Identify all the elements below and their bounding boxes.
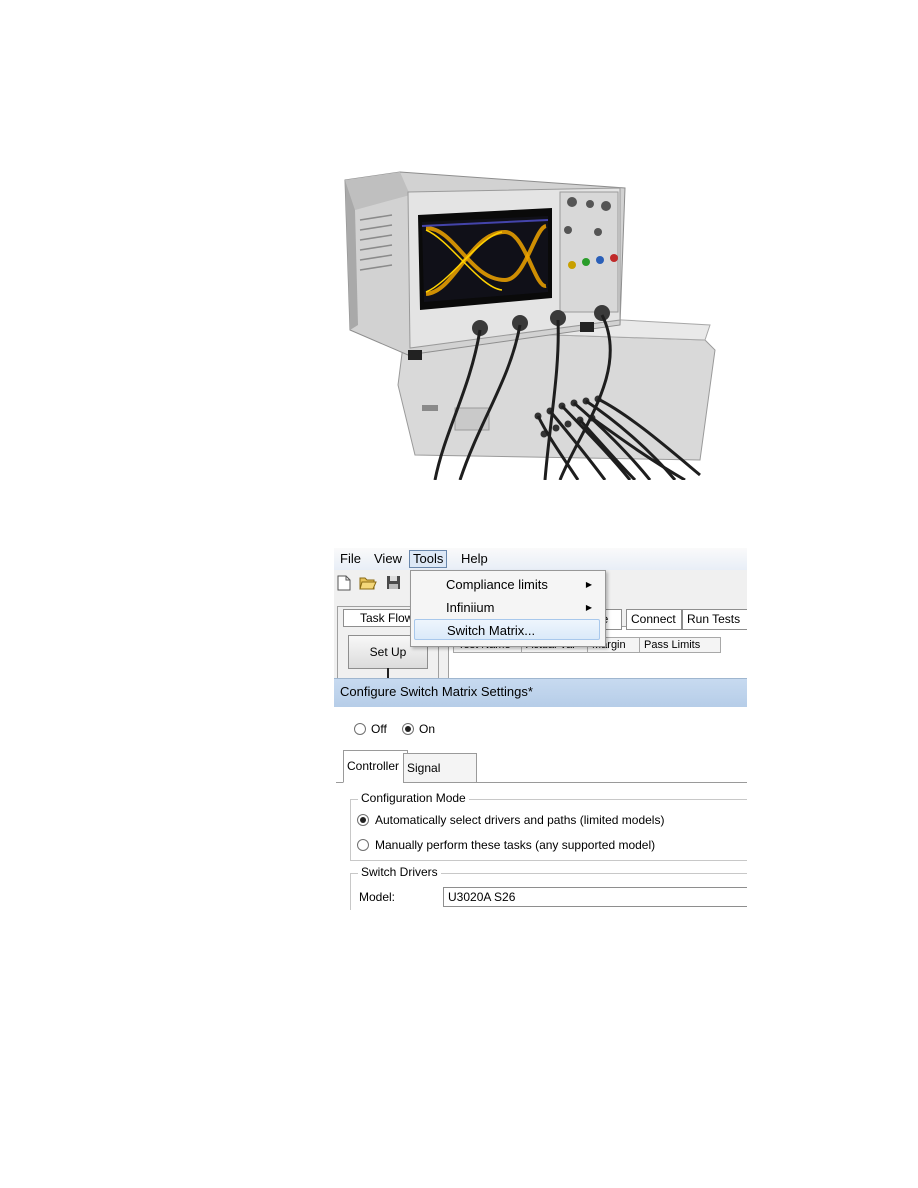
tools-dropdown-menu: Compliance limits ▶ Infiniium ▶ Switch M… — [410, 570, 606, 647]
menu-view[interactable]: View — [371, 551, 405, 567]
auto-select-radio[interactable] — [357, 814, 369, 826]
power-on-radio[interactable] — [402, 723, 414, 735]
column-pass-limits[interactable]: Pass Limits — [639, 637, 721, 653]
menu-item-label: Infiniium — [446, 600, 495, 615]
tab-signal-paths[interactable]: Signal Paths — [403, 753, 477, 803]
model-label: Model: — [359, 890, 396, 904]
dialog-title: Configure Switch Matrix Settings* — [334, 679, 747, 707]
power-on-label: On — [419, 722, 436, 736]
tab-run-tests[interactable]: Run Tests — [682, 609, 747, 630]
menu-tools[interactable]: Tools — [409, 550, 448, 568]
menu-file[interactable]: File — [337, 551, 364, 567]
menu-bar: File View Tools Help — [334, 548, 747, 571]
menu-item-label: Switch Matrix... — [447, 623, 536, 638]
open-folder-icon[interactable] — [359, 575, 377, 590]
switch-drivers-title: Switch Drivers — [358, 865, 441, 879]
tab-controller[interactable]: Controller — [343, 750, 408, 783]
submenu-arrow-icon: ▶ — [585, 603, 592, 612]
menu-item-label: Compliance limits — [446, 577, 548, 592]
auto-select-label: Automatically select drivers and paths (… — [375, 813, 665, 827]
power-off-radio[interactable] — [354, 723, 366, 735]
menu-item-compliance-limits[interactable]: Compliance limits ▶ — [414, 574, 600, 595]
menu-help[interactable]: Help — [458, 551, 491, 567]
oscilloscope-switch-photo — [344, 171, 716, 480]
model-field[interactable]: U3020A S26 — [443, 887, 747, 907]
eye-diagram-display — [418, 208, 552, 310]
configure-switch-matrix-dialog: Configure Switch Matrix Settings* Off On… — [334, 678, 747, 910]
tab-connect[interactable]: Connect — [626, 609, 682, 630]
menu-item-infiniium[interactable]: Infiniium ▶ — [414, 597, 600, 618]
manual-label: Manually perform these tasks (any suppor… — [375, 838, 656, 852]
oscilloscope-unit — [344, 171, 626, 360]
new-file-icon[interactable] — [337, 575, 351, 591]
save-icon[interactable] — [386, 575, 401, 590]
main-tab-strip: ure Connect Run Tests — [586, 609, 747, 630]
menu-item-switch-matrix[interactable]: Switch Matrix... — [414, 619, 600, 640]
dialog-body: Off On Controller Signal Paths Configura… — [334, 707, 747, 910]
configuration-mode-title: Configuration Mode — [358, 791, 469, 805]
application-screenshot: File View Tools Help Task Flow Set Up Te… — [334, 548, 747, 910]
manual-radio[interactable] — [357, 839, 369, 851]
power-off-label: Off — [371, 722, 387, 736]
submenu-arrow-icon: ▶ — [585, 580, 592, 589]
